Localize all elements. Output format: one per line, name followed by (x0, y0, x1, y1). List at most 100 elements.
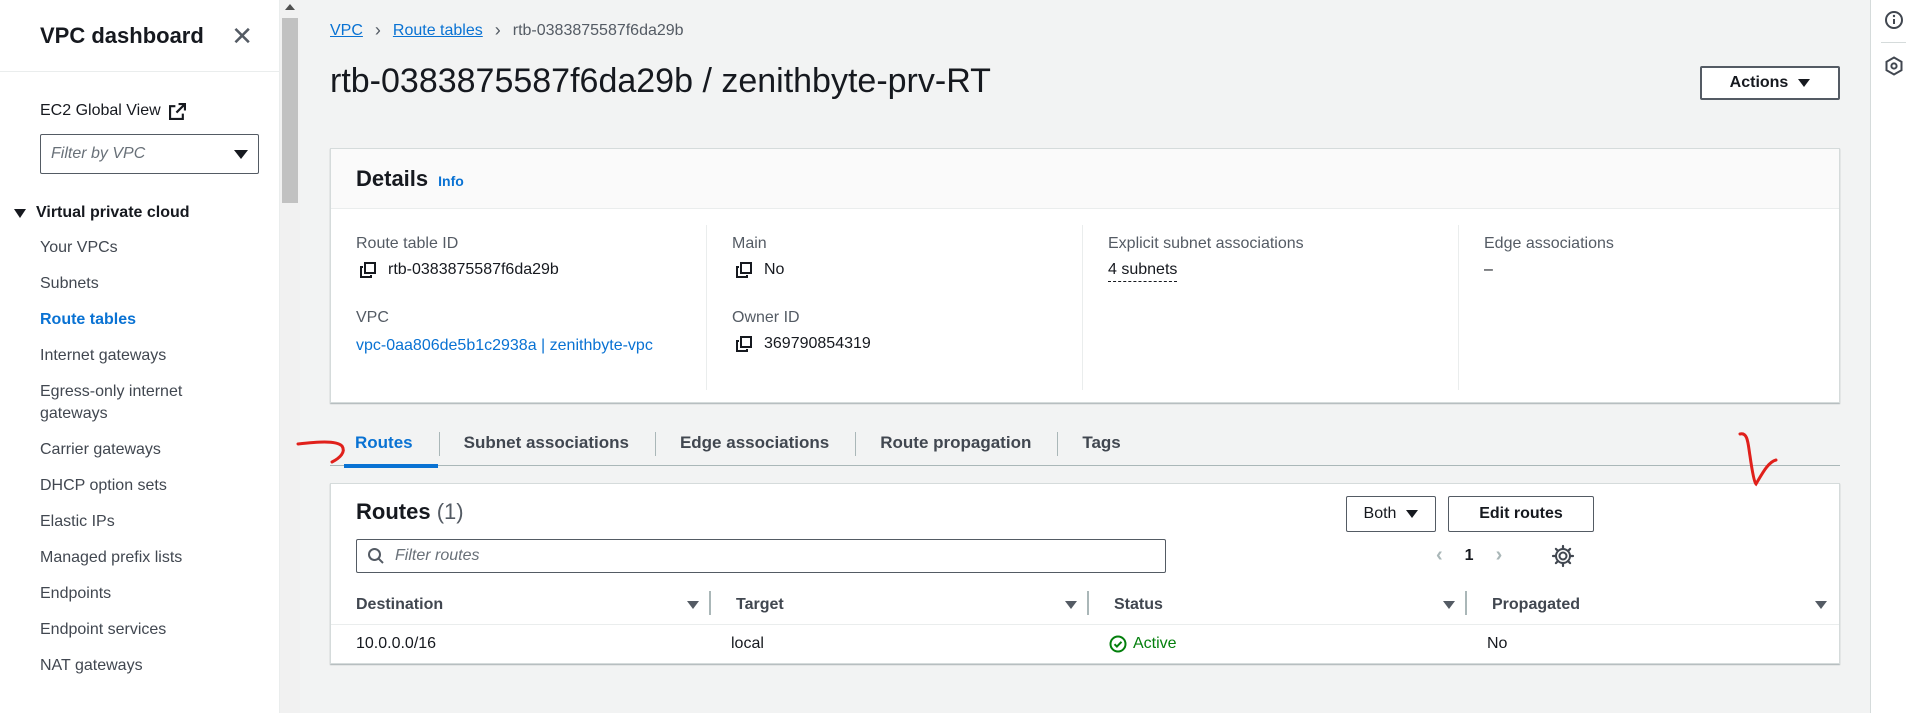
cell-status: Active (1084, 625, 1462, 663)
sidebar-item-elastic-ips[interactable]: Elastic IPs (0, 504, 279, 540)
rail-divider (1881, 42, 1906, 43)
utility-rail (1870, 0, 1915, 713)
tab-edge-associations[interactable]: Edge associations (654, 420, 855, 466)
sidebar-title: VPC dashboard (40, 22, 204, 48)
explicit-subnet-associations-value: 4 subnets (1108, 259, 1438, 282)
page-number[interactable]: 1 (1465, 547, 1474, 565)
chevron-right-icon: › (494, 20, 501, 40)
caret-down-icon (1798, 79, 1811, 87)
sidebar-item-subnets[interactable]: Subnets (0, 266, 279, 302)
tab-tags[interactable]: Tags (1057, 420, 1146, 466)
routes-title: Routes (1) (356, 499, 464, 525)
sidebar-item-managed-prefix-lists[interactable]: Managed prefix lists (0, 540, 279, 576)
column-header-status[interactable]: Status (1089, 585, 1467, 624)
filter-routes-input[interactable]: Filter routes (356, 539, 1166, 573)
sort-caret-icon[interactable] (1065, 600, 1077, 609)
info-link[interactable]: Info (438, 173, 464, 189)
tab-routes[interactable]: Routes (330, 420, 439, 468)
copy-icon[interactable] (736, 262, 752, 278)
filter-routes-placeholder: Filter routes (395, 547, 480, 564)
column-header-target[interactable]: Target (711, 585, 1089, 624)
sort-caret-icon[interactable] (1815, 600, 1827, 609)
status-text: Active (1133, 635, 1177, 652)
details-column-3: Explicit subnet associations 4 subnets (1083, 225, 1459, 390)
main-content: VPC › Route tables › rtb-0383875587f6da2… (300, 0, 1869, 713)
details-column-4: Edge associations – (1459, 225, 1835, 390)
breadcrumb-vpc[interactable]: VPC (330, 22, 363, 40)
cell-propagated: No (1487, 635, 1508, 652)
filter-by-vpc-select[interactable]: Filter by VPC (40, 134, 259, 174)
owner-id-value: 369790854319 (732, 333, 1062, 355)
sort-caret-icon[interactable] (1443, 600, 1455, 609)
breadcrumb-current: rtb-0383875587f6da29b (512, 21, 684, 39)
sidebar-item-internet-gateways[interactable]: Internet gateways (0, 338, 279, 374)
chevron-right-icon[interactable]: › (1496, 544, 1503, 567)
sidebar-item-dhcp-option-sets[interactable]: DHCP option sets (0, 468, 279, 504)
explicit-subnet-associations-label: Explicit subnet associations (1108, 235, 1304, 252)
both-label: Both (1363, 505, 1397, 522)
expand-triangle-icon (14, 208, 26, 218)
breadcrumb-route-tables[interactable]: Route tables (393, 22, 483, 40)
details-column-2: Main No Owner ID 369790854319 (707, 225, 1083, 390)
ec2-global-view-label: EC2 Global View (40, 102, 161, 119)
column-header-label: Target (736, 595, 784, 613)
info-icon[interactable] (1884, 10, 1904, 30)
vpc-link[interactable]: vpc-0aa806de5b1c2938a | zenithbyte-vpc (356, 333, 676, 359)
sidebar-section-label: Virtual private cloud (36, 204, 190, 221)
scroll-up-arrow-icon[interactable] (285, 4, 295, 10)
table-row[interactable]: 10.0.0.0/16 local Active No (331, 625, 1839, 663)
main-value: No (732, 259, 1062, 281)
details-panel: Details Info Route table ID rtb-03838755… (330, 148, 1840, 403)
sidebar-item-endpoints[interactable]: Endpoints (0, 576, 279, 612)
sidebar: VPC dashboard ✕ EC2 Global View Filter b… (0, 0, 280, 713)
sidebar-item-carrier-gateways[interactable]: Carrier gateways (0, 432, 279, 468)
route-table-id-value: rtb-0383875587f6da29b (356, 259, 686, 281)
column-header-label: Propagated (1492, 595, 1581, 613)
close-icon[interactable]: ✕ (231, 23, 253, 49)
route-filter-select[interactable]: Both (1346, 496, 1436, 532)
column-header-label: Status (1114, 595, 1163, 613)
tab-route-propagation[interactable]: Route propagation (855, 420, 1057, 466)
cell-target: local (731, 635, 764, 652)
sidebar-item-egress-only-internet-gateways[interactable]: Egress-only internet gateways (0, 374, 220, 432)
ec2-global-view-link[interactable]: EC2 Global View (40, 102, 279, 120)
sidebar-item-nat-gateways[interactable]: NAT gateways (0, 648, 279, 684)
filter-by-vpc-placeholder: Filter by VPC (51, 145, 146, 162)
sidebar-item-endpoint-services[interactable]: Endpoint services (0, 612, 279, 648)
routes-count: (1) (436, 499, 464, 524)
chevron-right-icon: › (374, 20, 381, 40)
sidebar-section-virtual-private-cloud[interactable]: Virtual private cloud (14, 204, 279, 222)
column-header-propagated[interactable]: Propagated (1467, 585, 1839, 624)
route-table-id-label: Route table ID (356, 235, 459, 252)
scrollbar-thumb[interactable] (282, 18, 298, 203)
breadcrumb: VPC › Route tables › rtb-0383875587f6da2… (330, 20, 684, 41)
page-title: rtb-0383875587f6da29b / zenithbyte-prv-R… (330, 62, 991, 100)
details-header: Details Info (331, 149, 1839, 209)
subnets-link[interactable]: 4 subnets (1108, 259, 1178, 282)
details-body: Route table ID rtb-0383875587f6da29b VPC… (331, 209, 1839, 390)
sort-caret-icon[interactable] (687, 600, 699, 609)
actions-label: Actions (1729, 74, 1789, 91)
details-column-1: Route table ID rtb-0383875587f6da29b VPC… (331, 225, 707, 390)
column-header-destination[interactable]: Destination (331, 585, 711, 624)
edit-routes-button[interactable]: Edit routes (1448, 496, 1594, 532)
routes-panel: Routes (1) Both Edit routes Filter route… (330, 483, 1840, 664)
copy-icon[interactable] (360, 262, 376, 278)
vpc-label: VPC (356, 309, 389, 326)
actions-button[interactable]: Actions (1700, 66, 1840, 100)
owner-id-label: Owner ID (732, 309, 800, 326)
copy-icon[interactable] (736, 336, 752, 352)
tab-subnet-associations[interactable]: Subnet associations (438, 420, 655, 466)
hexagon-settings-icon[interactable] (1884, 56, 1904, 76)
pagination: ‹ 1 › (1436, 544, 1502, 567)
owner-id-text: 369790854319 (764, 335, 871, 352)
check-circle-icon (1109, 635, 1127, 653)
sidebar-item-your-vpcs[interactable]: Your VPCs (0, 230, 279, 266)
sidebar-item-route-tables[interactable]: Route tables (0, 302, 279, 338)
sidebar-items: Your VPCs Subnets Route tables Internet … (0, 230, 279, 684)
tabs: Routes Subnet associations Edge associat… (330, 420, 1840, 468)
edge-associations-label: Edge associations (1484, 235, 1614, 252)
sidebar-scrollbar[interactable] (280, 0, 300, 713)
gear-icon[interactable] (1551, 544, 1575, 568)
chevron-left-icon[interactable]: ‹ (1436, 544, 1443, 567)
